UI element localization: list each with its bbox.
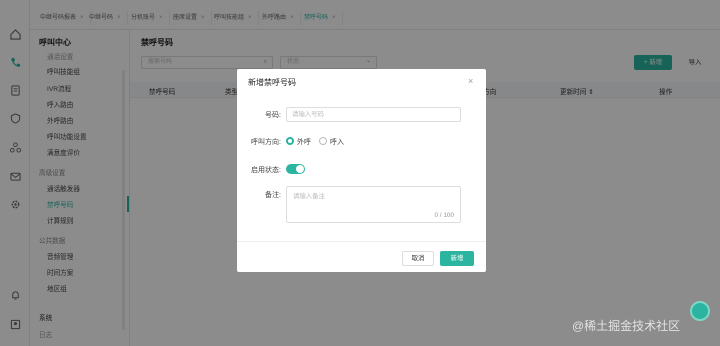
- note-placeholder: 请输入备注: [293, 193, 325, 200]
- close-icon[interactable]: ×: [468, 76, 473, 86]
- number-label: 号码:: [265, 112, 281, 119]
- note-counter: 0 / 100: [434, 212, 454, 219]
- dialog-divider: [237, 241, 486, 242]
- status-label: 启用状态:: [251, 167, 281, 174]
- dialog-title: 新增禁呼号码: [248, 78, 296, 87]
- add-blocked-number-dialog: 新增禁呼号码 × 号码: 请输入号码 呼叫方向: 外呼 呼入 启用状态: 备注:…: [237, 69, 486, 272]
- help-button[interactable]: [690, 301, 710, 321]
- direction-label: 呼叫方向:: [251, 139, 281, 146]
- enable-toggle[interactable]: [286, 164, 305, 174]
- number-input[interactable]: 请输入号码: [286, 107, 461, 122]
- note-textarea[interactable]: 请输入备注 0 / 100: [286, 186, 461, 223]
- note-label: 备注:: [265, 192, 281, 199]
- toggle-knob: [296, 165, 304, 173]
- radio-inbound[interactable]: [319, 137, 327, 145]
- confirm-add-button[interactable]: 新增: [440, 251, 474, 266]
- cancel-button[interactable]: 取消: [402, 251, 434, 266]
- radio-outbound-label[interactable]: 外呼: [297, 137, 311, 147]
- radio-inbound-label[interactable]: 呼入: [330, 137, 344, 147]
- watermark: @稀土掘金技术社区: [572, 319, 681, 333]
- radio-outbound[interactable]: [286, 137, 294, 145]
